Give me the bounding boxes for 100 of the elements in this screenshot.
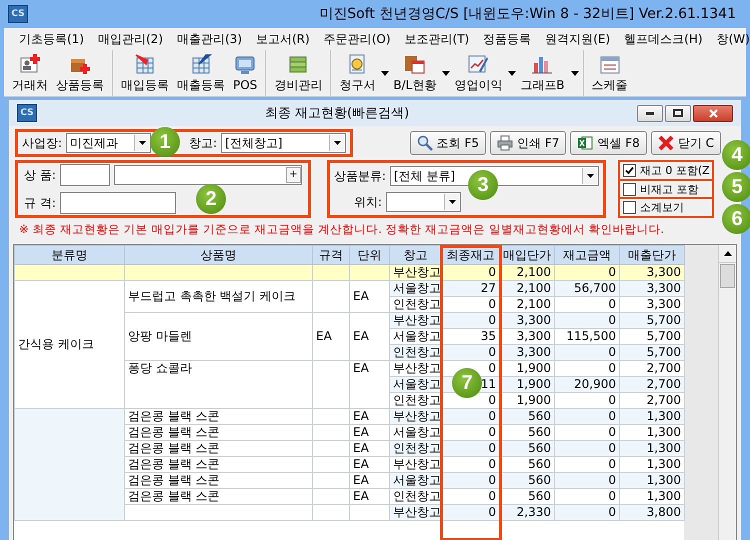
scrollbar[interactable]	[718, 245, 736, 540]
table-cell: 0	[442, 472, 500, 488]
caret-icon[interactable]	[381, 70, 390, 76]
toolbar-button[interactable]: 상품등록	[52, 52, 108, 94]
scrollbar-thumb[interactable]	[720, 264, 735, 288]
input-field[interactable]	[60, 192, 176, 214]
input-field[interactable]	[60, 164, 110, 186]
monitor-icon	[234, 54, 256, 76]
menu-item[interactable]: 매출관리(3)	[170, 30, 249, 48]
table-cell: 서울창고	[390, 424, 442, 440]
table-cell: 서울창고	[390, 376, 442, 392]
caret-icon[interactable]	[570, 70, 579, 76]
table-cell: 0	[554, 264, 620, 280]
menu-item[interactable]: 주문관리(O)	[316, 30, 398, 48]
menu-item[interactable]: 보고서(R)	[249, 30, 317, 48]
dropdown[interactable]	[386, 192, 461, 212]
table-cell: 0	[442, 504, 500, 520]
table-cell: 검은콩 블랙 스콘	[124, 472, 312, 488]
field-label: 창고:	[189, 134, 218, 152]
toolbar-button[interactable]: POS	[229, 54, 262, 92]
table-cell: EA	[350, 360, 390, 408]
column-header[interactable]: 창고	[390, 246, 442, 264]
toolbar-button[interactable]: 매출등록	[173, 52, 229, 94]
caret-icon[interactable]	[508, 70, 516, 76]
column-header[interactable]: 상품명	[124, 246, 312, 264]
table-cell: 1,300	[620, 456, 684, 472]
field-label: 상 품:	[24, 166, 56, 184]
menu-item[interactable]: 매입관리(2)	[91, 30, 170, 48]
table-cell: 0	[554, 456, 620, 472]
toolbar-button[interactable]: 영업이익	[450, 52, 506, 94]
table-cell: 0	[442, 264, 500, 280]
checkbox[interactable]	[622, 182, 636, 196]
up-arrow-icon	[724, 251, 732, 256]
toolbar-button[interactable]: 매입등록	[117, 52, 173, 94]
add-button[interactable]: +	[286, 167, 301, 183]
maximize-icon	[673, 109, 683, 117]
toolbar-button[interactable]: B/L현황	[389, 52, 440, 94]
close-button[interactable]	[693, 104, 733, 122]
table-cell: 검은콩 블랙 스콘	[124, 440, 312, 456]
dropdown[interactable]: 미진제과	[66, 133, 152, 153]
dropdown[interactable]: [전체창고]	[221, 133, 346, 153]
table-cell: 1,300	[620, 408, 684, 424]
toolbar-button[interactable]: 스케줄	[588, 52, 632, 94]
input-field[interactable]: +	[114, 165, 302, 185]
column-header[interactable]: 매입단가	[500, 246, 554, 264]
table-cell: 0	[442, 344, 500, 360]
table-cell: EA	[350, 440, 390, 456]
field-label: 상품분류:	[334, 168, 386, 184]
minimize-icon	[646, 112, 654, 114]
menu-item[interactable]: 보조관리(T)	[398, 30, 476, 48]
toolbar-button[interactable]: 닫기 C	[650, 131, 721, 155]
column-header[interactable]: 규격	[312, 246, 350, 264]
menu-item[interactable]: 기초등록(1)	[12, 30, 91, 48]
table-cell: 0	[554, 344, 620, 360]
menu-item[interactable]: 원격지원(E)	[538, 30, 618, 48]
table-cell: 서울창고	[390, 472, 442, 488]
checkbox[interactable]	[622, 164, 636, 177]
caret-icon[interactable]	[442, 70, 450, 76]
table-cell: 부산창고	[390, 264, 442, 280]
table-cell: 115,500	[554, 328, 620, 344]
table-cell: EA	[350, 472, 390, 488]
table-cell: 0	[554, 440, 620, 456]
table-cell: 부산창고	[390, 504, 442, 520]
table-arrow-icon	[134, 52, 156, 74]
table-cell: 2,700	[620, 392, 684, 408]
table-cell: 0	[554, 392, 620, 408]
table-cell: 3,300	[620, 264, 684, 280]
table-cell: 0	[442, 312, 500, 328]
minimize-button[interactable]	[637, 104, 663, 122]
window-title: 미진Soft 천년경영C/S [내윈도우:Win 8 - 32비트] Ver.2.61.1341	[318, 5, 737, 23]
column-header[interactable]: 매출단가	[620, 246, 684, 264]
dropdown-arrow-icon	[448, 200, 456, 204]
maximize-button[interactable]	[665, 104, 691, 122]
table-cell: 검은콩 블랙 스콘	[124, 424, 312, 440]
table-cell: 2,700	[620, 376, 684, 392]
column-header[interactable]: 단위	[350, 246, 390, 264]
table-cell: 0	[442, 408, 500, 424]
toolbar-button[interactable]: 조회 F5	[410, 131, 486, 155]
table-cell: 0	[442, 440, 500, 456]
table-cell: 퐁당 쇼콜라	[124, 360, 312, 408]
table-cell: 5,700	[620, 328, 684, 344]
toolbar-button[interactable]: 거래처	[8, 52, 52, 94]
app-icon: CS	[8, 5, 28, 23]
checkbox-label: 소계보기	[640, 200, 684, 216]
menu-item[interactable]: 창(W)	[710, 30, 750, 48]
menu-item[interactable]: 헬프데스크(H)	[617, 30, 710, 48]
table-cell: 부드럽고 촉촉한 백설기 케이크	[124, 280, 312, 312]
table-cell: 0	[554, 504, 620, 520]
toolbar-button[interactable]: 엑셀 F8	[570, 131, 647, 155]
column-header[interactable]: 분류명	[14, 246, 124, 264]
table-cell: 인천창고	[390, 296, 442, 312]
toolbar-button[interactable]: 경비관리	[270, 52, 326, 94]
checkbox[interactable]	[622, 201, 636, 214]
table-cell: EA	[350, 408, 390, 424]
table-cell: 검은콩 블랙 스콘	[124, 456, 312, 472]
toolbar-button[interactable]: 그래프B	[516, 52, 569, 94]
column-header[interactable]: 재고금액	[554, 246, 620, 264]
toolbar-button[interactable]: 인쇄 F7	[490, 131, 566, 155]
menu-item[interactable]: 정품등록	[476, 30, 538, 48]
toolbar-button[interactable]: 청구서	[335, 52, 380, 94]
